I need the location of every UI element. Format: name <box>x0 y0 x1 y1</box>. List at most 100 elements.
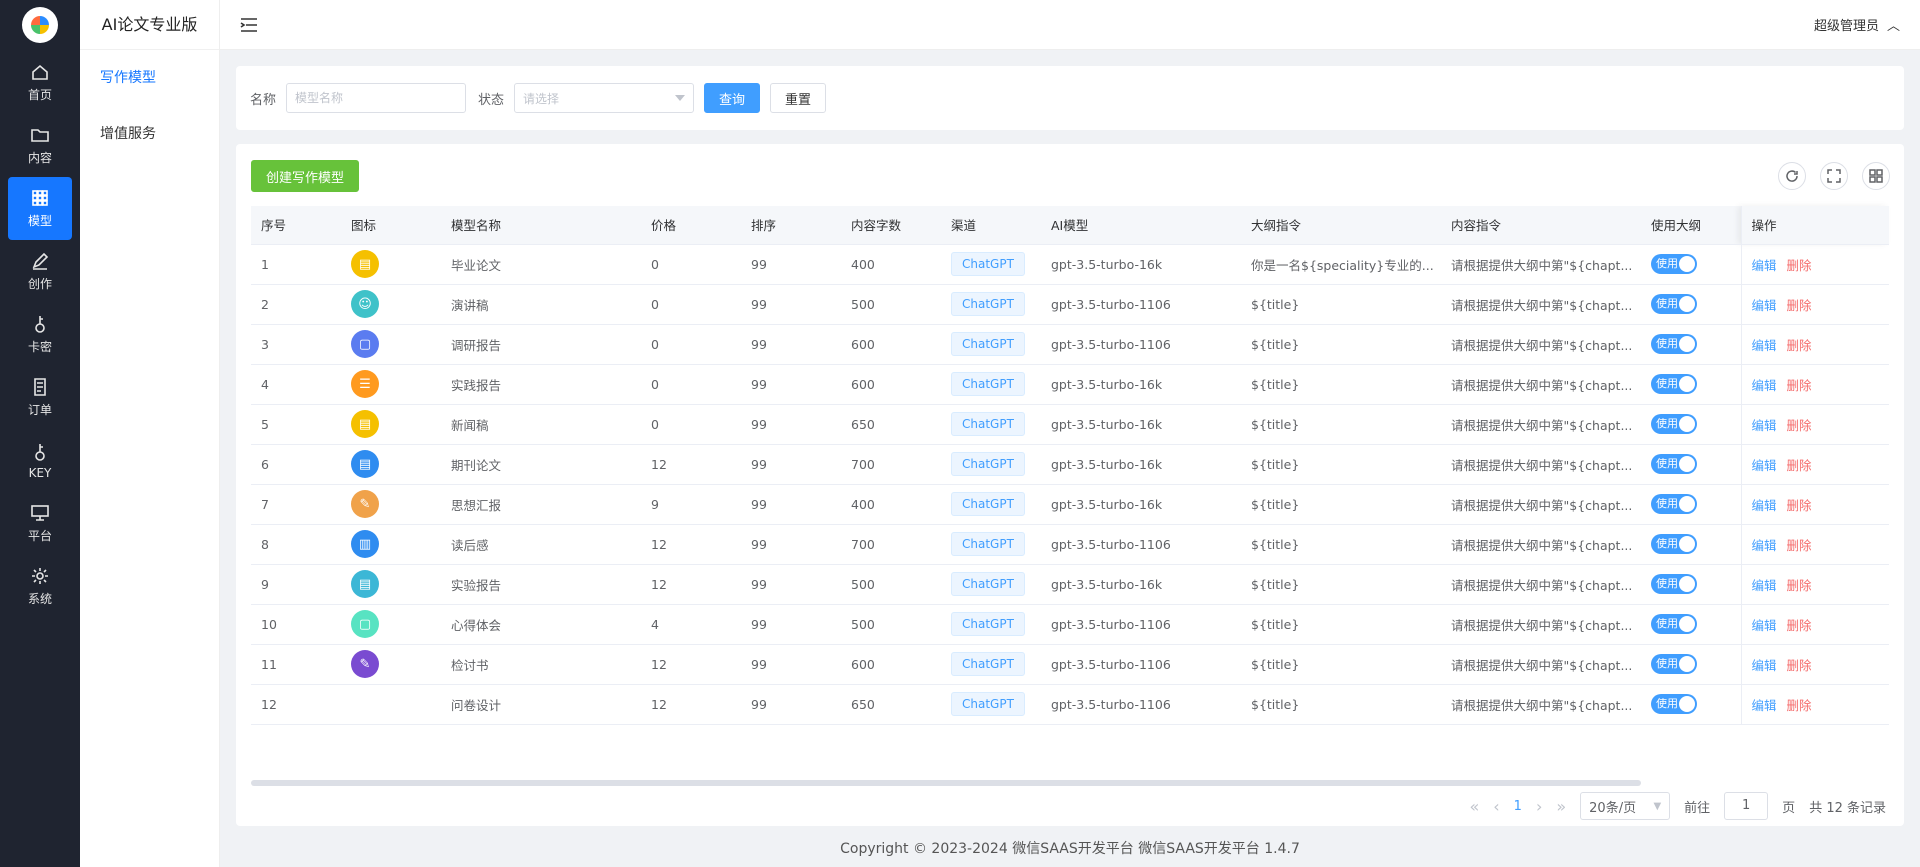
status-select[interactable]: 请选择 <box>514 83 695 113</box>
rail-item-0[interactable]: 首页 <box>8 51 72 114</box>
rail-item-label: 系统 <box>27 592 52 606</box>
cell-sort: 99 <box>741 324 841 365</box>
use-outline-toggle[interactable]: 使用 <box>1651 574 1697 594</box>
edit-button[interactable]: 编辑 <box>1752 698 1777 713</box>
use-outline-toggle[interactable]: 使用 <box>1651 614 1697 634</box>
delete-button[interactable]: 删除 <box>1787 538 1812 553</box>
edit-button[interactable]: 编辑 <box>1752 458 1777 473</box>
rail-item-1[interactable]: 内容 <box>8 114 72 177</box>
cell-name: 新闻稿 <box>441 404 641 445</box>
cell-icon: ✎ <box>341 484 441 525</box>
model-icon: ▥ <box>351 530 379 558</box>
cell-words: 700 <box>841 444 941 485</box>
cell-sort: 99 <box>741 284 841 325</box>
cell-name: 演讲稿 <box>441 284 641 325</box>
cell-content-prompt: 请根据提供大纲中第"${chapt... <box>1441 324 1641 365</box>
cell-channel: ChatGPT <box>941 524 1041 565</box>
reset-button[interactable]: 重置 <box>770 83 827 113</box>
edit-button[interactable]: 编辑 <box>1752 258 1777 273</box>
cell-icon: ☰ <box>341 364 441 405</box>
use-outline-toggle[interactable]: 使用 <box>1651 254 1697 274</box>
model-icon: ✎ <box>351 490 379 518</box>
goto-page-input[interactable]: 1 <box>1724 792 1769 820</box>
first-page-icon[interactable]: « <box>1469 797 1479 816</box>
last-page-icon[interactable]: » <box>1556 797 1566 816</box>
delete-button[interactable]: 删除 <box>1787 258 1812 273</box>
rail-item-6[interactable]: KEY <box>8 429 72 492</box>
edit-button[interactable]: 编辑 <box>1752 418 1777 433</box>
delete-button[interactable]: 删除 <box>1787 378 1812 393</box>
toggle-label: 使用 <box>1656 537 1678 550</box>
model-name-input[interactable] <box>286 83 467 113</box>
use-outline-toggle[interactable]: 使用 <box>1651 414 1697 434</box>
table-row: 6 ▤ 期刊论文 12 99 700 ChatGPT gpt-3.5-turbo-16k ${t… <box>251 444 1889 485</box>
edit-button[interactable]: 编辑 <box>1752 498 1777 513</box>
cell-actions: 编辑 删除 <box>1740 444 1889 485</box>
query-button[interactable]: 查询 <box>704 83 761 113</box>
delete-button[interactable]: 删除 <box>1787 418 1812 433</box>
delete-button[interactable]: 删除 <box>1787 658 1812 673</box>
fullscreen-button[interactable] <box>1820 162 1848 190</box>
channel-tag: ChatGPT <box>951 612 1025 636</box>
delete-button[interactable]: 删除 <box>1787 618 1812 633</box>
use-outline-toggle[interactable]: 使用 <box>1651 694 1697 714</box>
use-outline-toggle[interactable]: 使用 <box>1651 334 1697 354</box>
cell-outline-prompt: 你是一名${speciality}专业的... <box>1241 244 1441 285</box>
use-outline-toggle[interactable]: 使用 <box>1651 654 1697 674</box>
rail-item-3[interactable]: 创作 <box>8 240 72 303</box>
menu-toggle-icon[interactable] <box>240 17 258 32</box>
edit-button[interactable]: 编辑 <box>1752 298 1777 313</box>
edit-button[interactable]: 编辑 <box>1752 378 1777 393</box>
rail-item-4[interactable]: 卡密 <box>8 303 72 366</box>
next-page-icon[interactable]: › <box>1536 797 1542 816</box>
submenu-item-value-added[interactable]: 增值服务 <box>80 106 219 162</box>
table-row: 1 ▤ 毕业论文 0 99 400 ChatGPT gpt-3.5-turbo-16k 你是一名… <box>251 244 1889 285</box>
create-model-button[interactable]: 创建写作模型 <box>251 160 360 192</box>
edit-button[interactable]: 编辑 <box>1752 338 1777 353</box>
delete-button[interactable]: 删除 <box>1787 298 1812 313</box>
page-number-current[interactable]: 1 <box>1514 799 1522 814</box>
user-name: 超级管理员 <box>1813 19 1879 34</box>
edit-button[interactable]: 编辑 <box>1752 618 1777 633</box>
page-size-select[interactable]: 20条/页 ▼ <box>1580 792 1671 820</box>
cell-price: 4 <box>641 604 741 645</box>
delete-button[interactable]: 删除 <box>1787 338 1812 353</box>
use-outline-toggle[interactable]: 使用 <box>1651 374 1697 394</box>
cell-outline-prompt: ${title} <box>1241 364 1441 405</box>
rail-item-7[interactable]: 平台 <box>8 492 72 555</box>
use-outline-toggle[interactable]: 使用 <box>1651 534 1697 554</box>
rail-item-8[interactable]: 系统 <box>8 555 72 618</box>
submenu-item-writing-model[interactable]: 写作模型 <box>80 50 219 106</box>
cell-price: 0 <box>641 404 741 445</box>
table-row: 9 ▤ 实验报告 12 99 500 ChatGPT gpt-3.5-turbo-16k ${t… <box>251 564 1889 605</box>
cell-outline-prompt: ${title} <box>1241 444 1441 485</box>
cell-actions: 编辑 删除 <box>1740 684 1889 725</box>
sub-sidebar: AI论文专业版 写作模型 增值服务 <box>80 0 220 867</box>
channel-tag: ChatGPT <box>951 572 1025 596</box>
refresh-button[interactable] <box>1778 162 1806 190</box>
use-outline-toggle[interactable]: 使用 <box>1651 454 1697 474</box>
use-outline-toggle[interactable]: 使用 <box>1651 294 1697 314</box>
delete-button[interactable]: 删除 <box>1787 578 1812 593</box>
user-menu[interactable]: 超级管理员 ︿ <box>1814 15 1900 34</box>
column-header: 内容字数 <box>841 206 941 245</box>
cell-channel: ChatGPT <box>941 324 1041 365</box>
horizontal-scrollbar[interactable] <box>251 780 1641 786</box>
use-outline-toggle[interactable]: 使用 <box>1651 494 1697 514</box>
toggle-label: 使用 <box>1656 497 1678 510</box>
prev-page-icon[interactable]: ‹ <box>1493 797 1499 816</box>
delete-button[interactable]: 删除 <box>1787 458 1812 473</box>
rail-item-label: 创作 <box>27 277 52 291</box>
columns-button[interactable] <box>1862 162 1890 190</box>
table-row: 10 ▢ 心得体会 4 99 500 ChatGPT gpt-3.5-turbo-1106 ${… <box>251 604 1889 645</box>
delete-button[interactable]: 删除 <box>1787 698 1812 713</box>
edit-button[interactable]: 编辑 <box>1752 658 1777 673</box>
edit-button[interactable]: 编辑 <box>1752 538 1777 553</box>
edit-button[interactable]: 编辑 <box>1752 578 1777 593</box>
cell-channel: ChatGPT <box>941 284 1041 325</box>
rail-item-5[interactable]: 订单 <box>8 366 72 429</box>
rail-item-2[interactable]: 模型 <box>8 177 72 240</box>
delete-button[interactable]: 删除 <box>1787 498 1812 513</box>
brand-title: AI论文专业版 <box>80 0 219 50</box>
cell-use-outline: 使用 <box>1641 444 1741 485</box>
